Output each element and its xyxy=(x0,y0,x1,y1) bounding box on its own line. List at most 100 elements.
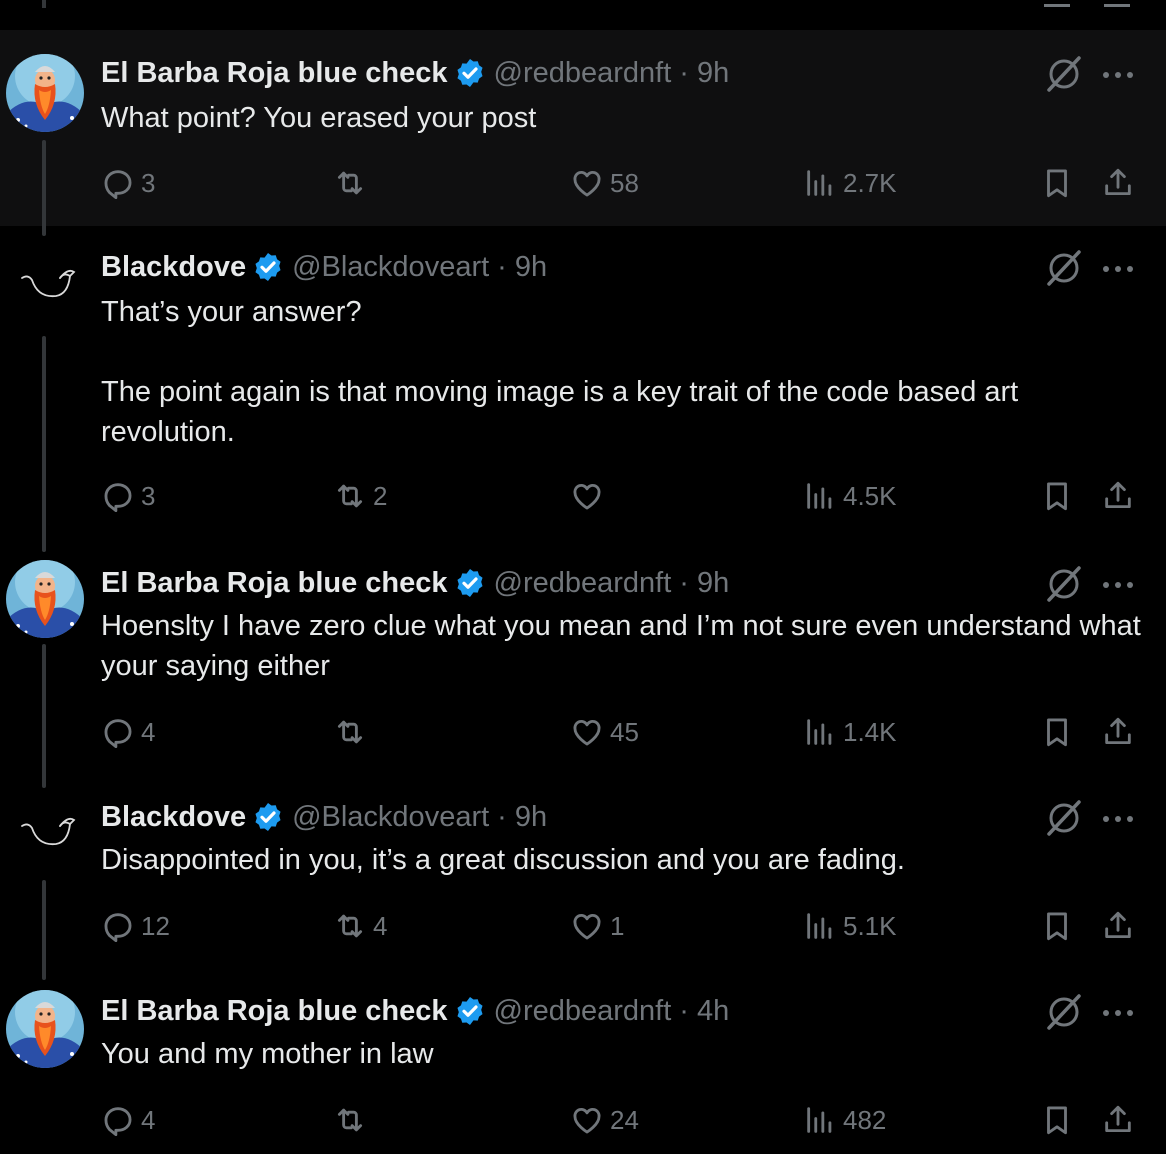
like-button[interactable]: 45 xyxy=(570,712,639,752)
repost-count: 4 xyxy=(373,910,388,941)
display-name[interactable]: Blackdove xyxy=(101,801,246,834)
bookmark-button[interactable] xyxy=(1040,476,1074,516)
views-icon xyxy=(803,1103,837,1137)
tweet-header: Blackdove @Blackdoveart · 9h xyxy=(101,250,547,284)
share-icon xyxy=(1101,1103,1135,1137)
reply-button[interactable]: 12 xyxy=(101,906,170,946)
handle[interactable]: @redbeardnft xyxy=(494,567,672,600)
action-bar: 4 24 482 xyxy=(0,1100,1166,1140)
tweet-header: El Barba Roja blue check @redbeardnft · … xyxy=(101,56,729,90)
repost-button[interactable] xyxy=(333,712,373,752)
timestamp[interactable]: 9h xyxy=(697,57,729,90)
repost-button[interactable] xyxy=(333,1100,373,1140)
tweet-text: Hoenslty I have zero clue what you mean … xyxy=(101,606,1141,686)
bookmark-button[interactable] xyxy=(1040,163,1074,203)
views-icon xyxy=(803,166,837,200)
like-count: 45 xyxy=(610,716,639,747)
grok-icon[interactable] xyxy=(1044,992,1084,1032)
views-button[interactable]: 482 xyxy=(803,1100,886,1140)
like-icon xyxy=(570,479,604,513)
grok-icon[interactable] xyxy=(1044,798,1084,838)
repost-icon xyxy=(333,1103,367,1137)
handle[interactable]: @Blackdoveart xyxy=(292,251,489,284)
avatar[interactable] xyxy=(6,54,84,132)
tweet[interactable]: El Barba Roja blue check @redbeardnft · … xyxy=(0,980,1166,1154)
reply-button[interactable]: 4 xyxy=(101,1100,155,1140)
repost-button[interactable]: 4 xyxy=(333,906,387,946)
tweet-text: Disappointed in you, it’s a great discus… xyxy=(101,840,1141,880)
timestamp[interactable]: 9h xyxy=(515,251,547,284)
tweet-paragraph: Hoenslty I have zero clue what you mean … xyxy=(101,610,1141,682)
avatar[interactable] xyxy=(6,990,84,1068)
views-button[interactable]: 2.7K xyxy=(803,163,897,203)
handle[interactable]: @Blackdoveart xyxy=(292,801,489,834)
verified-badge-icon xyxy=(454,567,486,599)
like-button[interactable] xyxy=(570,476,610,516)
repost-button[interactable]: 2 xyxy=(333,476,387,516)
handle[interactable]: @redbeardnft xyxy=(494,995,672,1028)
thread-line xyxy=(42,336,46,552)
reply-button[interactable]: 3 xyxy=(101,163,155,203)
avatar[interactable] xyxy=(18,812,76,856)
repost-icon xyxy=(333,166,367,200)
tweet-paragraph: That’s your answer? xyxy=(101,296,362,328)
more-icon[interactable] xyxy=(1100,812,1136,824)
repost-button[interactable] xyxy=(333,163,373,203)
more-icon[interactable] xyxy=(1100,578,1136,590)
grok-icon[interactable] xyxy=(1044,564,1084,604)
display-name[interactable]: El Barba Roja blue check xyxy=(101,57,448,90)
separator-dot: · xyxy=(497,800,507,833)
share-button[interactable] xyxy=(1101,163,1135,203)
more-icon[interactable] xyxy=(1100,262,1136,274)
timestamp[interactable]: 9h xyxy=(515,801,547,834)
separator-dot: · xyxy=(679,994,689,1027)
previous-tweet-actions xyxy=(0,0,1166,8)
reply-button[interactable]: 3 xyxy=(101,476,155,516)
display-name[interactable]: Blackdove xyxy=(101,251,246,284)
tweet[interactable]: Blackdove @Blackdoveart · 9h Disappointe… xyxy=(0,770,1166,980)
more-icon[interactable] xyxy=(1100,1006,1136,1018)
tweet-paragraph: The point again is that moving image is … xyxy=(101,376,1019,448)
like-button[interactable]: 24 xyxy=(570,1100,639,1140)
share-icon xyxy=(1101,909,1135,943)
reply-count: 4 xyxy=(141,716,156,747)
bookmark-button[interactable] xyxy=(1040,712,1074,752)
views-button[interactable]: 1.4K xyxy=(803,712,897,752)
views-button[interactable]: 4.5K xyxy=(803,476,897,516)
views-count: 2.7K xyxy=(843,167,897,198)
tweet[interactable]: El Barba Roja blue check @redbeardnft · … xyxy=(0,30,1166,236)
avatar[interactable] xyxy=(6,560,84,638)
display-name[interactable]: El Barba Roja blue check xyxy=(101,567,448,600)
views-button[interactable]: 5.1K xyxy=(803,906,897,946)
display-name[interactable]: El Barba Roja blue check xyxy=(101,995,448,1028)
like-button[interactable]: 1 xyxy=(570,906,624,946)
reply-button[interactable]: 4 xyxy=(101,712,155,752)
views-icon xyxy=(803,715,837,749)
tweet[interactable]: El Barba Roja blue check @redbeardnft · … xyxy=(0,534,1166,788)
separator-dot: · xyxy=(679,56,689,89)
share-button[interactable] xyxy=(1101,712,1135,752)
like-icon xyxy=(570,166,604,200)
tweet[interactable]: Blackdove @Blackdoveart · 9h That’s your… xyxy=(0,226,1166,552)
bookmark-button[interactable] xyxy=(1040,906,1074,946)
views-icon xyxy=(803,479,837,513)
bookmark-icon xyxy=(1040,1103,1074,1137)
grok-icon[interactable] xyxy=(1044,248,1084,288)
tweet-paragraph: You and my mother in law xyxy=(101,1038,434,1070)
like-button[interactable]: 58 xyxy=(570,163,639,203)
action-bar: 3 2 4.5K xyxy=(0,476,1166,516)
verified-badge-icon xyxy=(252,251,284,283)
share-button[interactable] xyxy=(1101,906,1135,946)
more-icon[interactable] xyxy=(1100,68,1136,80)
views-count: 4.5K xyxy=(843,480,897,511)
handle[interactable]: @redbeardnft xyxy=(494,57,672,90)
timestamp[interactable]: 9h xyxy=(697,567,729,600)
grok-icon[interactable] xyxy=(1044,54,1084,94)
tweet-paragraph: Disappointed in you, it’s a great discus… xyxy=(101,844,905,876)
timestamp[interactable]: 4h xyxy=(697,995,729,1028)
reply-icon xyxy=(101,1103,135,1137)
avatar[interactable] xyxy=(18,264,76,308)
share-button[interactable] xyxy=(1101,476,1135,516)
share-button[interactable] xyxy=(1101,1100,1135,1140)
bookmark-button[interactable] xyxy=(1040,1100,1074,1140)
